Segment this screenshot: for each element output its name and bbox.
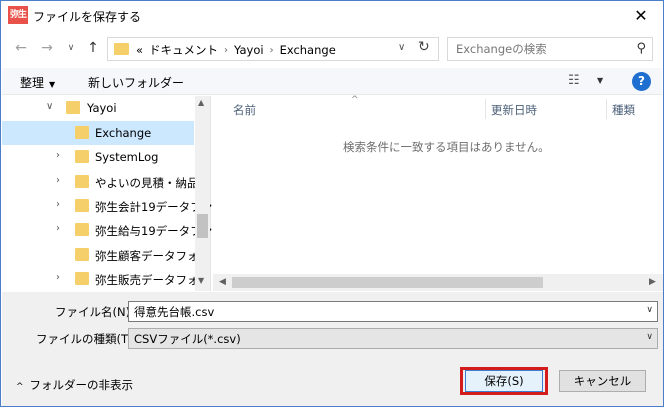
address-bar[interactable]: « ドキュメント › Yayoi › Exchange ∨ ↻ (107, 37, 439, 61)
search-input[interactable] (456, 41, 626, 57)
folder-icon (66, 101, 80, 114)
tree-item-label: やよいの見積・納品・ (95, 176, 210, 190)
scrollbar-thumb[interactable] (232, 277, 543, 288)
column-header-modified[interactable]: 更新日時 (491, 102, 537, 118)
navigation-pane: ∨ Yayoi Exchange › SystemLog › やよいの見積・納品… (2, 96, 213, 291)
scrollbar-thumb[interactable] (197, 214, 208, 238)
save-options-panel: ファイル名(N): 得意先台帳.csv ∨ ファイルの種類(T): CSVファイ… (2, 292, 663, 406)
search-icon[interactable]: ⚲ (636, 41, 646, 56)
breadcrumb-overflow[interactable]: « (136, 43, 143, 57)
file-list-scrollbar[interactable]: ◀ ▶ (213, 274, 663, 291)
tree-item-systemlog[interactable]: › SystemLog (2, 145, 194, 169)
tree-item-yayoi[interactable]: ∨ Yayoi (2, 96, 194, 120)
breadcrumb: « ドキュメント › Yayoi › Exchange (136, 42, 336, 58)
empty-results-message: 検索条件に一致する項目はありません。 (343, 140, 550, 154)
folder-icon (75, 150, 89, 163)
breadcrumb-separator-icon[interactable]: › (224, 45, 228, 56)
new-folder-button[interactable]: 新しいフォルダー (88, 74, 184, 91)
filetype-select[interactable]: CSVファイル(*.csv) ∨ (128, 328, 658, 349)
address-dropdown-chevron-icon[interactable]: ∨ (398, 42, 405, 53)
cancel-button[interactable]: キャンセル (559, 370, 646, 392)
column-header-type[interactable]: 種類 (612, 102, 635, 118)
hide-folders-button[interactable]: ^ フォルダーの非表示 (16, 377, 133, 393)
forward-arrow-icon[interactable]: → (37, 38, 57, 58)
folder-icon (75, 272, 89, 285)
tree-item-yayoi-estimate[interactable]: › やよいの見積・納品・ (2, 170, 210, 194)
breadcrumb-item-documents[interactable]: ドキュメント (149, 42, 218, 58)
hide-folders-label: フォルダーの非表示 (29, 378, 134, 392)
navigation-bar: ← → ∨ ↑ « ドキュメント › Yayoi › Exchange ∨ ↻ … (1, 34, 663, 64)
back-arrow-icon[interactable]: ← (11, 38, 31, 58)
save-file-dialog: 弥生 ファイルを保存する ✕ ← → ∨ ↑ « ドキュメント › Yayoi … (0, 0, 664, 407)
navigation-pane-scrollbar[interactable]: ▲ ▼ (195, 96, 210, 291)
tree-item-yayoi-sales[interactable]: › 弥生販売データフォル (2, 267, 210, 291)
column-header-name[interactable]: 名前 (233, 102, 256, 118)
chevron-down-icon[interactable]: ∨ (646, 332, 653, 342)
window-title: ファイルを保存する (33, 10, 142, 24)
expand-chevron-icon[interactable]: › (56, 175, 60, 186)
folder-icon (75, 175, 89, 188)
expand-chevron-icon[interactable]: › (56, 150, 60, 161)
folder-icon (75, 199, 89, 212)
tree-item-label: SystemLog (95, 150, 159, 164)
scroll-down-icon[interactable]: ▼ (198, 276, 204, 285)
tree-item-yayoi-customer[interactable]: 弥生顧客データフォル (2, 243, 210, 267)
expand-chevron-icon[interactable]: › (56, 223, 60, 234)
filename-label: ファイル名(N): (55, 305, 134, 319)
expand-chevron-icon[interactable]: ∨ (46, 101, 53, 112)
view-options-caret-icon[interactable]: ▼ (597, 76, 603, 85)
search-box: ⚲ (447, 37, 653, 61)
caret-down-icon: ▼ (49, 80, 56, 89)
column-divider[interactable] (485, 99, 486, 119)
tree-item-label: 弥生販売データフォル (95, 273, 210, 287)
recent-locations-chevron-icon[interactable]: ∨ (61, 38, 81, 58)
folder-icon (75, 223, 89, 236)
refresh-icon[interactable]: ↻ (418, 39, 430, 55)
chevron-up-icon: ^ (16, 382, 24, 392)
folder-icon (75, 126, 89, 139)
tree-item-yayoi-payroll[interactable]: › 弥生給与19データファ (2, 218, 213, 242)
organize-label: 整理 (20, 76, 45, 90)
command-toolbar: 整理 ▼ 新しいフォルダー ☷ ▼ ? (2, 68, 662, 95)
chevron-down-icon[interactable]: ∨ (646, 305, 653, 315)
scroll-up-icon[interactable]: ▲ (198, 98, 204, 107)
close-button[interactable]: ✕ (629, 4, 653, 28)
folder-icon (114, 43, 129, 55)
view-options-icon[interactable]: ☷ (568, 73, 580, 88)
scroll-right-icon[interactable]: ▶ (649, 277, 656, 287)
tree-item-label: Exchange (95, 126, 152, 140)
scroll-left-icon[interactable]: ◀ (219, 277, 226, 287)
column-divider[interactable] (606, 99, 607, 119)
filename-value: 得意先台帳.csv (134, 305, 215, 319)
filename-field[interactable]: 得意先台帳.csv ∨ (128, 301, 658, 322)
breadcrumb-item-exchange[interactable]: Exchange (280, 43, 336, 57)
breadcrumb-item-yayoi[interactable]: Yayoi (234, 43, 264, 57)
organize-button[interactable]: 整理 ▼ (20, 74, 55, 91)
file-list: 名前 ^ 更新日時 種類 検索条件に一致する項目はありません。 ◀ ▶ (213, 95, 663, 291)
tree-item-label: 弥生顧客データフォル (95, 249, 210, 263)
help-icon[interactable]: ? (632, 72, 651, 91)
expand-chevron-icon[interactable]: › (56, 199, 60, 210)
tree-item-yayoi-accounting[interactable]: › 弥生会計19データファ (2, 194, 213, 218)
folder-icon (75, 248, 89, 261)
sort-ascending-icon: ^ (351, 95, 359, 105)
save-button[interactable]: 保存(S) (465, 370, 543, 392)
tree-item-exchange[interactable]: Exchange (2, 121, 194, 145)
filetype-label: ファイルの種類(T): (36, 332, 137, 346)
tree-item-label: Yayoi (87, 101, 117, 115)
title-bar: 弥生 ファイルを保存する ✕ (1, 1, 663, 31)
yayoi-app-icon: 弥生 (8, 6, 28, 24)
filetype-value: CSVファイル(*.csv) (134, 332, 241, 346)
up-arrow-icon[interactable]: ↑ (83, 38, 103, 58)
breadcrumb-separator-icon[interactable]: › (270, 45, 274, 56)
expand-chevron-icon[interactable]: › (56, 272, 60, 283)
